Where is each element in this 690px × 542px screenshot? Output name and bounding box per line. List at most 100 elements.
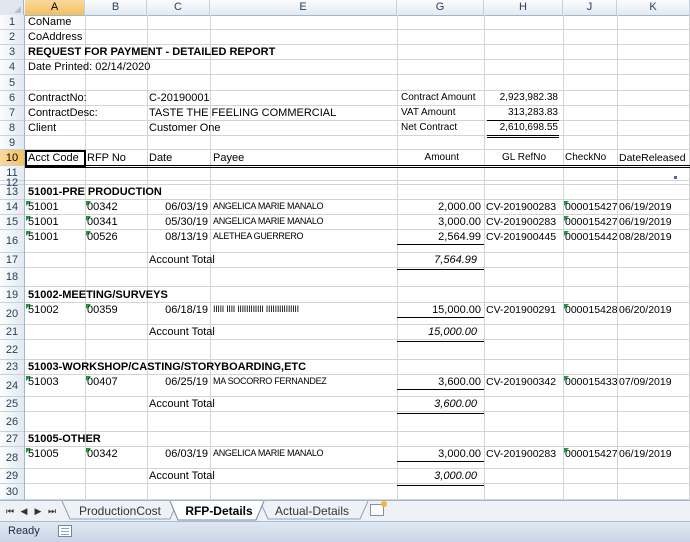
row-header-19[interactable]: 19 <box>0 287 24 303</box>
cell-gl-refno[interactable]: CV-201900283 <box>486 201 556 213</box>
cell-date-released[interactable]: 06/19/2019 <box>619 448 672 460</box>
column-header-h[interactable]: H <box>484 0 563 15</box>
column-header-j[interactable]: J <box>563 0 617 15</box>
cell-date[interactable]: 05/30/19 <box>147 216 208 228</box>
row-header-7[interactable]: 7 <box>0 106 24 121</box>
cell-date[interactable]: 06/25/19 <box>147 376 208 388</box>
cell-acct-code[interactable]: 51003 <box>28 376 59 388</box>
next-sheet-icon[interactable]: ▶ <box>32 504 44 518</box>
column-header-b[interactable]: B <box>85 0 147 15</box>
row-header-9[interactable]: 9 <box>0 136 24 150</box>
row-header-29[interactable]: 29 <box>0 469 24 484</box>
cell-date[interactable]: 06/03/19 <box>147 448 208 460</box>
worksheet-grid[interactable]: CoName CoAddress REQUEST FOR PAYMENT - D… <box>25 15 690 500</box>
cell-gl-refno[interactable]: CV-201900342 <box>486 376 556 388</box>
row-header-4[interactable]: 4 <box>0 60 24 75</box>
cell-date[interactable]: 08/13/19 <box>147 231 208 243</box>
cell-amount[interactable]: 2,564.99 <box>397 231 481 243</box>
row-header-13[interactable]: 13 <box>0 185 24 200</box>
cell-payee[interactable]: MA SOCORRO FERNANDEZ <box>213 376 327 386</box>
tab-actual-details[interactable]: Actual-Details <box>264 501 360 521</box>
cell-rfp-no[interactable]: 00359 <box>87 304 118 316</box>
row-header-22[interactable]: 22 <box>0 340 24 360</box>
cell-gl-refno[interactable]: CV-201900291 <box>486 304 556 316</box>
cell-acct-code[interactable]: 51001 <box>28 216 59 228</box>
cell-gl-refno[interactable]: CV-201900445 <box>486 231 556 243</box>
cell-date-released[interactable]: 08/28/2019 <box>619 231 672 243</box>
insert-sheet-icon[interactable] <box>370 501 387 516</box>
row-header-24[interactable]: 24 <box>0 375 24 397</box>
cell-payee[interactable]: ANGELICA MARIE MANALO <box>213 216 324 226</box>
row-header-28[interactable]: 28 <box>0 447 24 469</box>
cell-rfp-no[interactable]: 00407 <box>87 376 118 388</box>
row-header-15[interactable]: 15 <box>0 215 24 230</box>
row-header-16[interactable]: 16 <box>0 230 24 253</box>
row-header-17[interactable]: 17 <box>0 253 24 268</box>
cell-payee[interactable]: IIIII IIII IIIIIIIIIIII IIIIIIIIIIIIIII <box>213 304 299 314</box>
last-sheet-icon[interactable]: ⏭ <box>46 504 58 518</box>
cell-rfp-no[interactable]: 00526 <box>87 231 118 243</box>
cell-acct-code[interactable]: 51001 <box>28 201 59 213</box>
row-header-30[interactable]: 30 <box>0 484 24 500</box>
first-sheet-icon[interactable]: ⏮ <box>4 504 16 518</box>
cell-amount[interactable]: 3,600.00 <box>397 376 481 388</box>
row-header-6[interactable]: 6 <box>0 91 24 106</box>
tab-rfp-details[interactable]: RFP-Details <box>176 501 262 521</box>
cell-amount[interactable]: 2,000.00 <box>397 201 481 213</box>
row-header-27[interactable]: 27 <box>0 432 24 447</box>
row-header-8[interactable]: 8 <box>0 121 24 136</box>
row-header-26[interactable]: 26 <box>0 412 24 432</box>
cell-check-no[interactable]: 000015428 <box>565 304 617 316</box>
row-header-21[interactable]: 21 <box>0 325 24 340</box>
row-header-2[interactable]: 2 <box>0 30 24 45</box>
cell-date-released[interactable]: 06/19/2019 <box>619 216 672 228</box>
cell-acct-code[interactable]: 51005 <box>28 448 59 460</box>
cell-amount[interactable]: 15,000.00 <box>397 304 481 316</box>
cell-amount[interactable]: 3,000.00 <box>397 216 481 228</box>
row-header-23[interactable]: 23 <box>0 360 24 375</box>
cell-amount[interactable]: 3,000.00 <box>397 448 481 460</box>
cell-date[interactable]: 06/18/19 <box>147 304 208 316</box>
column-header-c[interactable]: C <box>147 0 210 15</box>
cell-date-released[interactable]: 06/19/2019 <box>619 201 672 213</box>
cell-date-released[interactable]: 07/09/2019 <box>619 376 672 388</box>
cell-rfp-no[interactable]: 00342 <box>87 448 118 460</box>
cell-gl-refno[interactable]: CV-201900283 <box>486 448 556 460</box>
row-header-18[interactable]: 18 <box>0 268 24 287</box>
row-header-5[interactable]: 5 <box>0 75 24 91</box>
column-header-a[interactable]: A <box>25 0 85 15</box>
tab-production-cost[interactable]: ProductionCost <box>70 501 170 521</box>
cell-rfp-no[interactable]: 00342 <box>87 201 118 213</box>
selected-cell[interactable] <box>25 150 86 167</box>
row-header-25[interactable]: 25 <box>0 397 24 412</box>
cell-date[interactable]: 06/03/19 <box>147 201 208 213</box>
cell-rfp-no[interactable]: 00341 <box>87 216 118 228</box>
cell-date-released[interactable]: 06/20/2019 <box>619 304 672 316</box>
account-total-label: Account Total <box>149 398 215 410</box>
cell-acct-code[interactable]: 51001 <box>28 231 59 243</box>
row-header-14[interactable]: 14 <box>0 200 24 215</box>
cell-check-no[interactable]: 000015433 <box>565 376 617 388</box>
cell-acct-code[interactable]: 51002 <box>28 304 59 316</box>
cell-gl-refno[interactable]: CV-201900283 <box>486 216 556 228</box>
company-name: CoName <box>28 16 72 28</box>
column-header-e[interactable]: E <box>210 0 397 15</box>
macro-record-icon[interactable] <box>58 525 72 537</box>
header-rfp-no: RFP No <box>87 152 126 164</box>
cell-check-no[interactable]: 000015427 <box>565 448 617 460</box>
cell-check-no[interactable]: 000015442 <box>565 231 617 243</box>
column-header-k[interactable]: K <box>617 0 690 15</box>
contract-no-label: ContractNo: <box>28 92 87 104</box>
select-all-button[interactable] <box>0 0 24 15</box>
row-header-3[interactable]: 3 <box>0 45 24 60</box>
row-header-20[interactable]: 20 <box>0 303 24 325</box>
cell-check-no[interactable]: 000015427 <box>565 216 617 228</box>
column-header-g[interactable]: G <box>397 0 484 15</box>
cell-payee[interactable]: ANGELICA MARIE MANALO <box>213 448 324 458</box>
cell-payee[interactable]: ALETHEA GUERRERO <box>213 231 304 241</box>
cell-check-no[interactable]: 000015427 <box>565 201 617 213</box>
prev-sheet-icon[interactable]: ◀ <box>18 504 30 518</box>
cell-payee[interactable]: ANGELICA MARIE MANALO <box>213 201 324 211</box>
row-header-1[interactable]: 1 <box>0 15 24 30</box>
row-header-10[interactable]: 10 <box>0 150 24 166</box>
